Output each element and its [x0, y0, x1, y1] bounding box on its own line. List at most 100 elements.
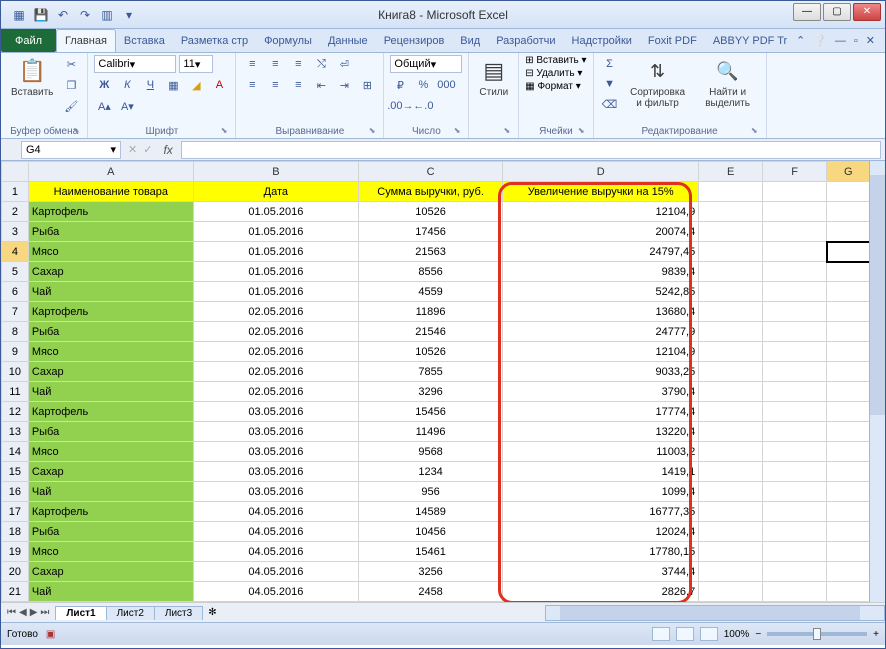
cell-name[interactable]: Мясо — [28, 442, 193, 462]
cell-name[interactable]: Рыба — [28, 222, 193, 242]
number-format-select[interactable]: Общий ▾ — [390, 55, 462, 73]
save-icon[interactable]: 💾 — [33, 7, 49, 23]
new-sheet-icon[interactable]: ✻ — [202, 607, 222, 618]
underline-button[interactable]: Ч — [140, 76, 160, 94]
cell-sum[interactable]: 11896 — [358, 302, 502, 322]
align-middle-button[interactable]: ≡ — [265, 55, 285, 73]
cell-sum[interactable]: 11496 — [358, 422, 502, 442]
cell-date[interactable]: 03.05.2016 — [193, 422, 358, 442]
row-header[interactable]: 17 — [2, 502, 29, 522]
cell[interactable] — [827, 502, 870, 522]
cell[interactable] — [763, 402, 827, 422]
cell-sum[interactable]: 21563 — [358, 242, 502, 262]
enter-icon[interactable]: ✓ — [140, 143, 155, 156]
cell-date[interactable]: 02.05.2016 — [193, 362, 358, 382]
cell-name[interactable]: Мясо — [28, 342, 193, 362]
cell[interactable] — [827, 462, 870, 482]
header-cell-c[interactable]: Сумма выручки, руб. — [358, 182, 502, 202]
align-bottom-button[interactable]: ≡ — [288, 55, 308, 73]
cell-name[interactable]: Рыба — [28, 322, 193, 342]
cell-name[interactable]: Сахар — [28, 562, 193, 582]
cell[interactable] — [827, 582, 870, 602]
cell[interactable] — [827, 522, 870, 542]
cell[interactable] — [699, 342, 763, 362]
cell-sum[interactable]: 10526 — [358, 342, 502, 362]
cell-increase[interactable]: 16777,35 — [503, 502, 699, 522]
increase-indent-button[interactable]: ⇥ — [334, 76, 354, 94]
cell[interactable] — [699, 302, 763, 322]
cell[interactable] — [827, 302, 870, 322]
prev-sheet-icon[interactable]: ◀ — [19, 607, 27, 618]
cell[interactable] — [827, 342, 870, 362]
cell[interactable] — [699, 362, 763, 382]
cell[interactable] — [699, 442, 763, 462]
cell[interactable] — [763, 302, 827, 322]
cell-name[interactable]: Картофель — [28, 202, 193, 222]
zoom-level[interactable]: 100% — [724, 629, 750, 640]
row-header[interactable]: 15 — [2, 462, 29, 482]
undo-icon[interactable]: ↶ — [55, 7, 71, 23]
cell-increase[interactable]: 24797,45 — [503, 242, 699, 262]
italic-button[interactable]: К — [117, 76, 137, 94]
cell-name[interactable]: Сахар — [28, 362, 193, 382]
row-header[interactable]: 6 — [2, 282, 29, 302]
align-right-button[interactable]: ≡ — [288, 76, 308, 94]
align-top-button[interactable]: ≡ — [242, 55, 262, 73]
cell[interactable] — [699, 582, 763, 602]
cell-name[interactable]: Рыба — [28, 422, 193, 442]
zoom-in-button[interactable]: + — [873, 629, 879, 640]
cell[interactable] — [827, 202, 870, 222]
autosum-button[interactable]: Σ — [600, 55, 620, 73]
border-button[interactable]: ▦ — [163, 76, 183, 94]
column-header-E[interactable]: E — [699, 162, 763, 182]
zoom-out-button[interactable]: − — [755, 629, 761, 640]
cell-date[interactable]: 02.05.2016 — [193, 342, 358, 362]
merge-button[interactable]: ⊞ — [357, 76, 377, 94]
cell[interactable] — [699, 482, 763, 502]
cell-increase[interactable]: 12104,9 — [503, 342, 699, 362]
cell[interactable] — [699, 282, 763, 302]
cell-increase[interactable]: 13680,4 — [503, 302, 699, 322]
next-sheet-icon[interactable]: ▶ — [30, 607, 38, 618]
cell-date[interactable]: 04.05.2016 — [193, 542, 358, 562]
row-header[interactable]: 18 — [2, 522, 29, 542]
cell-increase[interactable]: 11003,2 — [503, 442, 699, 462]
cell-date[interactable]: 04.05.2016 — [193, 562, 358, 582]
ribbon-tab-рецензиров[interactable]: Рецензиров — [376, 29, 453, 52]
cell[interactable] — [763, 482, 827, 502]
cell-name[interactable]: Чай — [28, 582, 193, 602]
font-size-select[interactable]: 11 ▾ — [179, 55, 213, 73]
cell-date[interactable]: 03.05.2016 — [193, 462, 358, 482]
cell[interactable] — [827, 562, 870, 582]
cell[interactable] — [699, 502, 763, 522]
cell-name[interactable]: Сахар — [28, 262, 193, 282]
cell[interactable] — [763, 502, 827, 522]
cell[interactable] — [763, 242, 827, 262]
row-header[interactable]: 1 — [2, 182, 29, 202]
ribbon-tab-главная[interactable]: Главная — [56, 29, 116, 52]
cancel-icon[interactable]: ✕ — [125, 143, 140, 156]
format-cells-button[interactable]: ▦ Формат ▾ — [525, 81, 581, 92]
cell[interactable] — [699, 402, 763, 422]
cell[interactable] — [699, 382, 763, 402]
cell[interactable] — [763, 382, 827, 402]
cell-name[interactable]: Чай — [28, 282, 193, 302]
cell-sum[interactable]: 956 — [358, 482, 502, 502]
cell[interactable] — [827, 482, 870, 502]
cell-date[interactable]: 03.05.2016 — [193, 482, 358, 502]
wrap-text-button[interactable]: ⏎ — [334, 55, 354, 73]
cell-sum[interactable]: 14589 — [358, 502, 502, 522]
cell[interactable] — [699, 562, 763, 582]
cell-date[interactable]: 02.05.2016 — [193, 302, 358, 322]
cell-sum[interactable]: 10526 — [358, 202, 502, 222]
cell-date[interactable]: 01.05.2016 — [193, 282, 358, 302]
cell[interactable] — [699, 242, 763, 262]
zoom-slider[interactable] — [767, 632, 867, 636]
row-header[interactable]: 5 — [2, 262, 29, 282]
cell[interactable] — [763, 282, 827, 302]
cell[interactable] — [763, 422, 827, 442]
decrease-indent-button[interactable]: ⇤ — [311, 76, 331, 94]
row-header[interactable]: 19 — [2, 542, 29, 562]
row-header[interactable]: 10 — [2, 362, 29, 382]
cell[interactable] — [827, 382, 870, 402]
